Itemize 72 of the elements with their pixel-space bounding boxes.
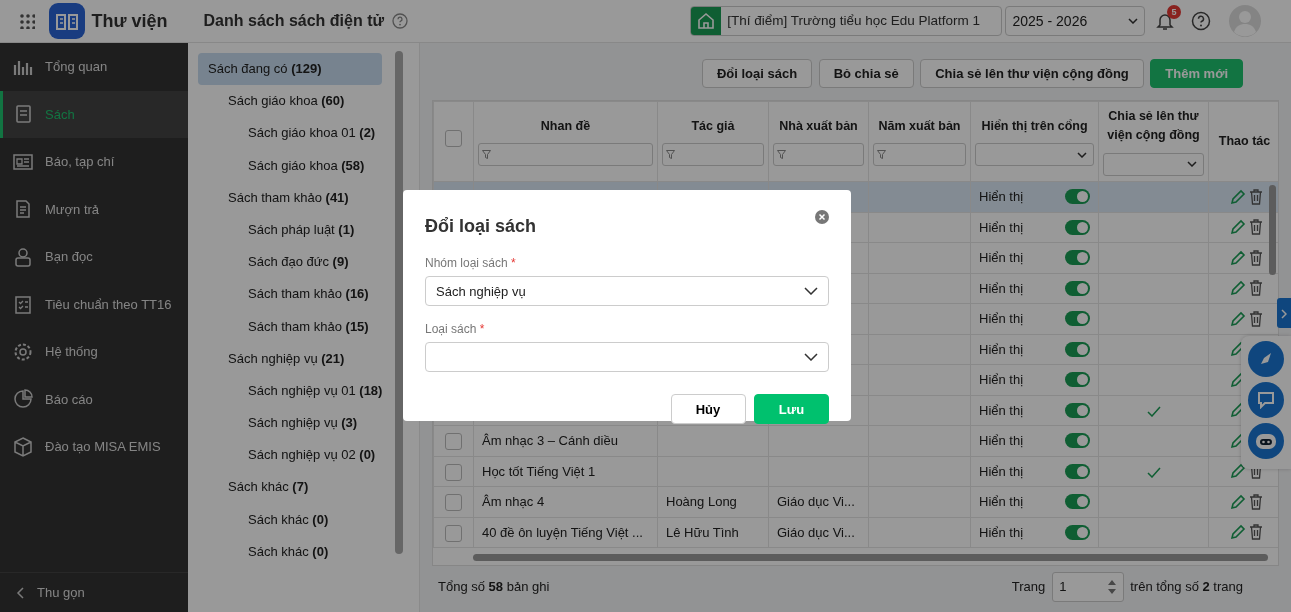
sidebar-item[interactable]: Tiêu chuẩn theo TT16 bbox=[0, 280, 188, 328]
table-cell: Giáo dục Vi... bbox=[777, 524, 855, 540]
tree-item[interactable]: Sách tham khảo (16) bbox=[198, 278, 382, 311]
field-label: Nhóm loại sách bbox=[425, 256, 508, 271]
toolbar-button[interactable]: Đổi loại sách bbox=[701, 59, 813, 88]
tree-item[interactable]: Sách khác (7) bbox=[198, 471, 382, 504]
cancel-button[interactable]: Hủy bbox=[670, 394, 746, 425]
tree-item[interactable]: Sách đang có (129) bbox=[198, 53, 382, 86]
table-cell-text: Hiển thị bbox=[979, 371, 1024, 389]
table-cell-text: Hiển thị bbox=[979, 279, 1024, 298]
table-row[interactable]: Âm nhạc 4 Hoàng Long Giáo dục Vi... Hiển thị bbox=[433, 486, 1278, 517]
tree-item[interactable]: Sách giáo khoa (58) bbox=[198, 149, 382, 182]
tree-item[interactable]: Sách nghiệp vụ 01 (18) bbox=[198, 374, 382, 408]
tree-item[interactable]: Sách tham khảo (41) bbox=[198, 181, 382, 214]
tree-item[interactable]: Sách nghiệp vụ 02 (0) bbox=[198, 439, 382, 472]
tree-item[interactable]: Sách nghiệp vụ (21) bbox=[198, 342, 382, 375]
table-cell: Học tốt Tiếng Việt 1 bbox=[482, 463, 596, 479]
tree-item[interactable]: Sách giáo khoa 01 (2) bbox=[198, 117, 382, 150]
tree-item[interactable]: Sách khác (0) bbox=[198, 535, 382, 568]
sidebar-item[interactable]: Hệ thống bbox=[0, 328, 188, 376]
sidebar-item[interactable]: Tổng quan bbox=[0, 43, 188, 91]
table-cell-text: Hiển thị bbox=[979, 310, 1024, 328]
column-header: Nhan đề bbox=[539, 117, 592, 135]
table-cell-text: Hiển thị bbox=[979, 401, 1024, 420]
table-cell: Giáo dục Vi... bbox=[777, 494, 855, 509]
page-total: trên tổng số 2 trang bbox=[1130, 578, 1243, 597]
tree-item[interactable]: Sách giáo khoa (60) bbox=[198, 85, 382, 118]
column-header: Tác giả bbox=[690, 117, 736, 135]
table-cell-text: Hiển thị bbox=[979, 218, 1024, 237]
table-cell: Âm nhạc 4 bbox=[482, 494, 545, 509]
app-title: Thư viện bbox=[91, 9, 168, 33]
table-cell-text: Hiển thị bbox=[979, 188, 1024, 206]
table-cell: Hoàng Long bbox=[666, 494, 737, 509]
sidebar-item[interactable]: Bạn đọc bbox=[0, 233, 188, 281]
tree-item[interactable]: Sách nghiệp vụ (3) bbox=[198, 407, 382, 440]
page-label: Trang bbox=[1011, 578, 1046, 597]
table-cell: 40 đề ôn luyện Tiếng Việt ... bbox=[482, 524, 643, 540]
required-mark: * bbox=[510, 256, 516, 271]
dialog-title: Đổi loại sách bbox=[425, 215, 537, 239]
table-cell: Lê Hữu Tình bbox=[666, 524, 739, 540]
column-header: Chia sẻ lên thư viện cộng đồng bbox=[1106, 108, 1201, 144]
column-header: Thao tác bbox=[1217, 133, 1272, 151]
column-header: Hiển thị trên cổng bbox=[980, 117, 1089, 135]
record-count: Tổng số 58 bản ghi bbox=[438, 578, 550, 597]
required-mark: * bbox=[479, 322, 485, 337]
tree-item[interactable]: Sách tham khảo (15) bbox=[198, 310, 382, 343]
table-cell-text: Hiển thị bbox=[979, 249, 1024, 267]
page-field[interactable]: 1 bbox=[1051, 572, 1124, 602]
column-header: Năm xuất bản bbox=[877, 117, 962, 135]
school-year-dropdown[interactable]: 2025 - 2026 bbox=[1005, 6, 1145, 36]
toolbar-button[interactable]: Bỏ chia sẻ bbox=[818, 59, 914, 88]
table-cell: Âm nhạc 3 – Cánh diều bbox=[482, 433, 618, 448]
table-cell-text: Hiển thị bbox=[979, 340, 1024, 359]
school-selector[interactable]: [Thí điểm] Trường tiểu học Edu Platform 1 bbox=[689, 6, 1002, 36]
tree-item[interactable]: Sách đạo đức (9) bbox=[198, 246, 382, 279]
page-title: Danh sách sách điện tử bbox=[203, 11, 385, 31]
table-row[interactable]: 40 đề ôn luyện Tiếng Việt ... Lê Hữu Tình Giáo dục Vi... Hiển thị bbox=[433, 517, 1278, 548]
tree-item[interactable]: Sách khác (0) bbox=[198, 503, 382, 536]
toolbar-button[interactable]: Chia sẻ lên thư viện cộng đồng bbox=[920, 59, 1144, 88]
table-cell-text: Hiển thị bbox=[979, 432, 1024, 450]
notification-badge: 5 bbox=[1167, 4, 1181, 19]
table-cell-text: Hiển thị bbox=[979, 493, 1024, 511]
sidebar-item[interactable]: Mượn trả bbox=[0, 185, 188, 233]
tree-item[interactable]: Sách pháp luật (1) bbox=[198, 213, 382, 247]
select-field[interactable]: Sách nghiệp vụ bbox=[425, 276, 829, 307]
sidebar-item[interactable]: Báo cáo bbox=[0, 375, 188, 423]
column-header: Nhà xuất bản bbox=[778, 117, 859, 135]
sidebar-item[interactable]: Báo, tạp chí bbox=[0, 138, 188, 186]
field-label: Loại sách bbox=[425, 322, 477, 337]
sidebar-item[interactable]: Đào tạo MISA EMIS bbox=[0, 423, 188, 471]
table-cell-text: Hiển thị bbox=[979, 462, 1024, 481]
table-cell-text: Hiển thị bbox=[979, 523, 1024, 542]
